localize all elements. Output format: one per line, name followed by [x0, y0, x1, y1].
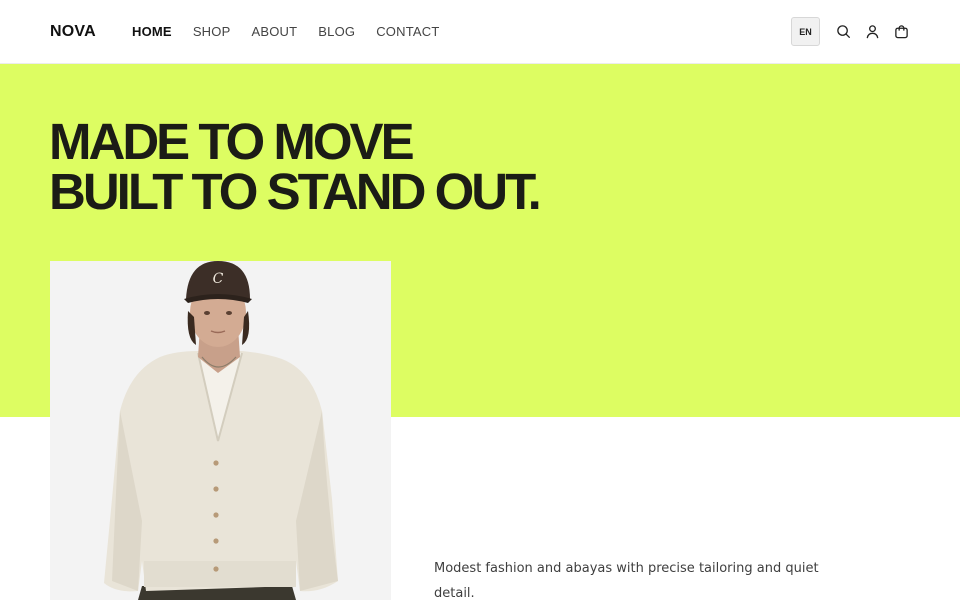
svg-text:C: C: [213, 271, 224, 287]
language-button[interactable]: EN: [791, 17, 820, 46]
nav-item-home[interactable]: HOME: [132, 24, 172, 39]
search-icon[interactable]: [835, 23, 852, 40]
main-nav: HOME SHOP ABOUT BLOG CONTACT: [132, 24, 439, 39]
hero-tagline: Modest fashion and abayas with precise t…: [434, 561, 819, 600]
headline-line-1: MADE TO MOVE: [49, 113, 415, 170]
brand-logo[interactable]: NOVA: [50, 23, 132, 41]
user-icon[interactable]: [864, 23, 881, 40]
header-actions: EN: [791, 17, 910, 46]
nav-item-about[interactable]: ABOUT: [251, 24, 297, 39]
product-image[interactable]: C: [50, 261, 391, 600]
headline-line-2: BUILT TO STAND OUT.: [49, 163, 542, 220]
site-header: NOVA HOME SHOP ABOUT BLOG CONTACT EN: [0, 0, 960, 64]
nav-item-contact[interactable]: CONTACT: [376, 24, 439, 39]
nav-item-shop[interactable]: SHOP: [193, 24, 231, 39]
hero-headline: MADE TO MOVE BUILT TO STAND OUT.: [49, 113, 542, 220]
nav-item-blog[interactable]: BLOG: [318, 24, 355, 39]
cart-icon[interactable]: [893, 23, 910, 40]
